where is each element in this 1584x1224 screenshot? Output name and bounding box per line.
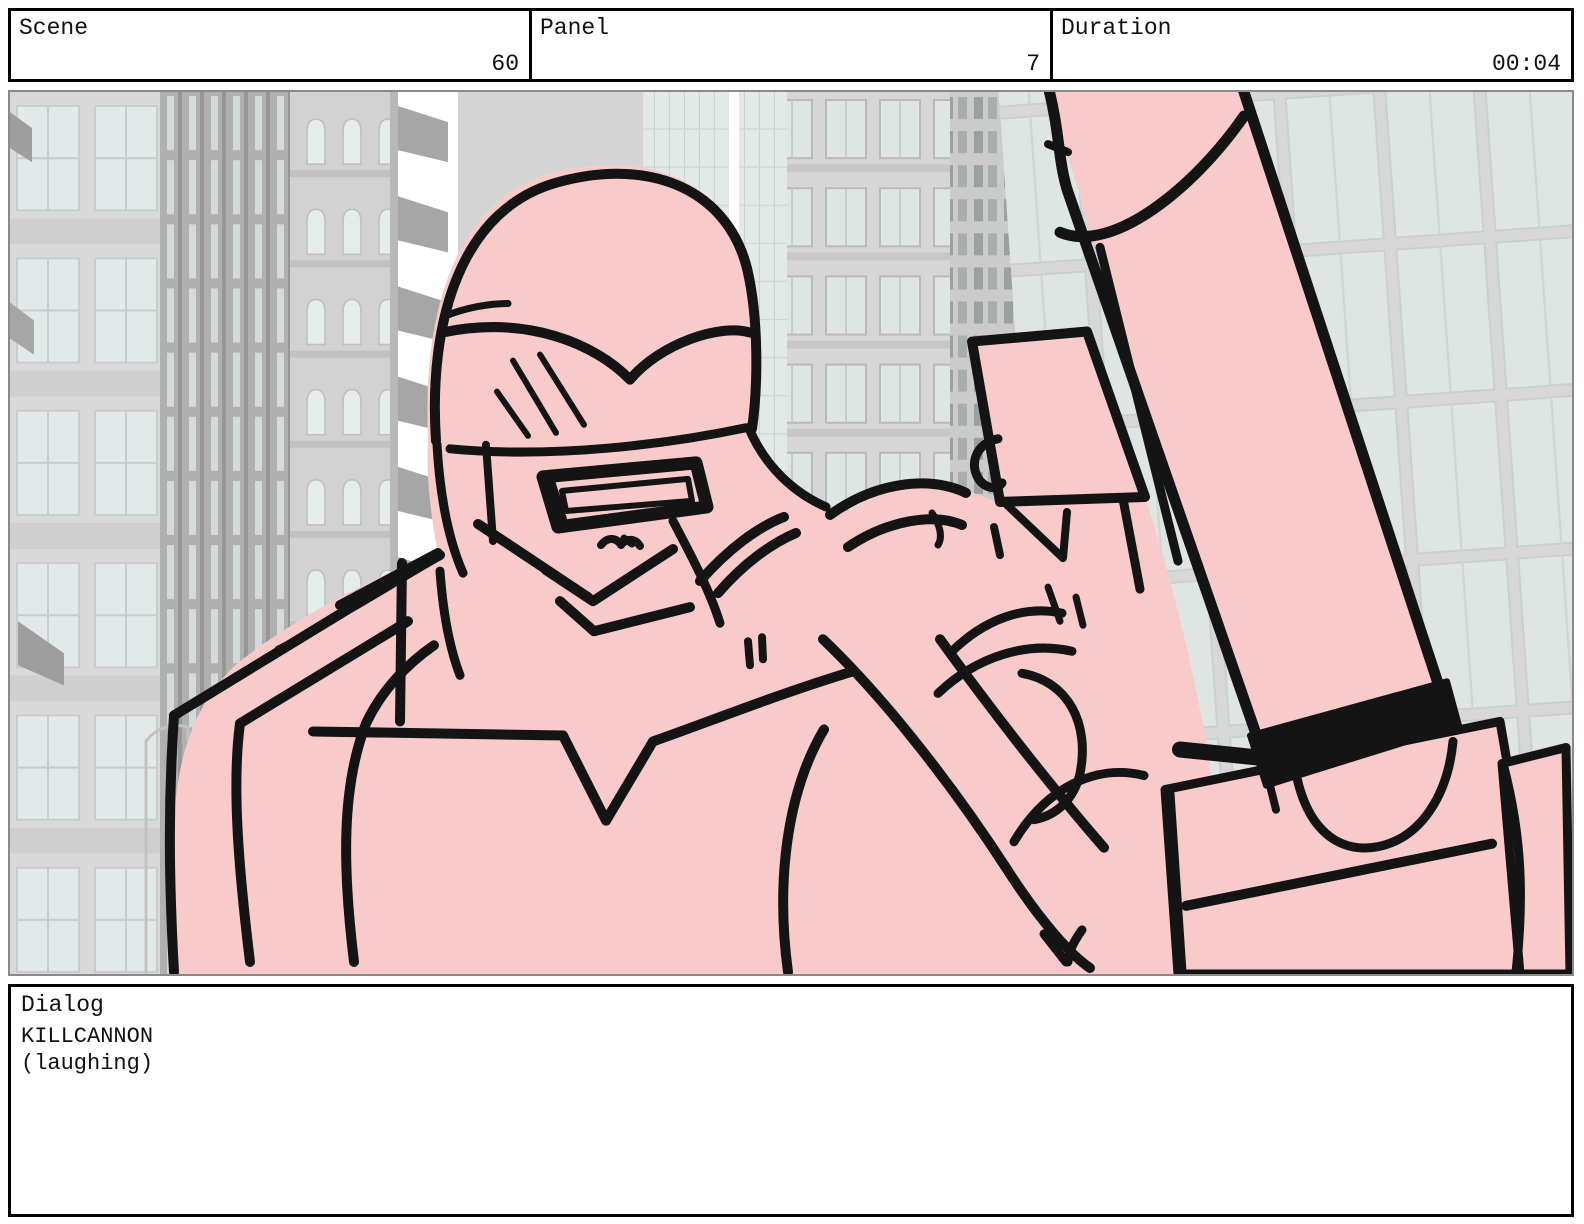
- storyboard-drawing: [10, 92, 1572, 974]
- dialog-line-character: KILLCANNON: [21, 1023, 1561, 1050]
- duration-label: Duration: [1061, 13, 1563, 43]
- scene-value: 60: [491, 51, 519, 77]
- storyboard-panel-image: [8, 90, 1574, 976]
- scene-label: Scene: [19, 13, 521, 43]
- dialog-label: Dialog: [21, 990, 1561, 1020]
- duration-value: 00:04: [1492, 51, 1561, 77]
- header-table: Scene 60 Panel 7 Duration 00:04: [8, 8, 1574, 82]
- panel-label: Panel: [540, 13, 1042, 43]
- panel-value: 7: [1026, 51, 1040, 77]
- duration-cell: Duration 00:04: [1053, 11, 1571, 79]
- storyboard-sheet: Scene 60 Panel 7 Duration 00:04: [0, 0, 1584, 1224]
- panel-cell: Panel 7: [532, 11, 1053, 79]
- building-left-windows: [10, 92, 160, 974]
- scene-cell: Scene 60: [11, 11, 532, 79]
- dialog-box: Dialog KILLCANNON (laughing): [8, 984, 1574, 1217]
- dialog-line-action: (laughing): [21, 1050, 1561, 1077]
